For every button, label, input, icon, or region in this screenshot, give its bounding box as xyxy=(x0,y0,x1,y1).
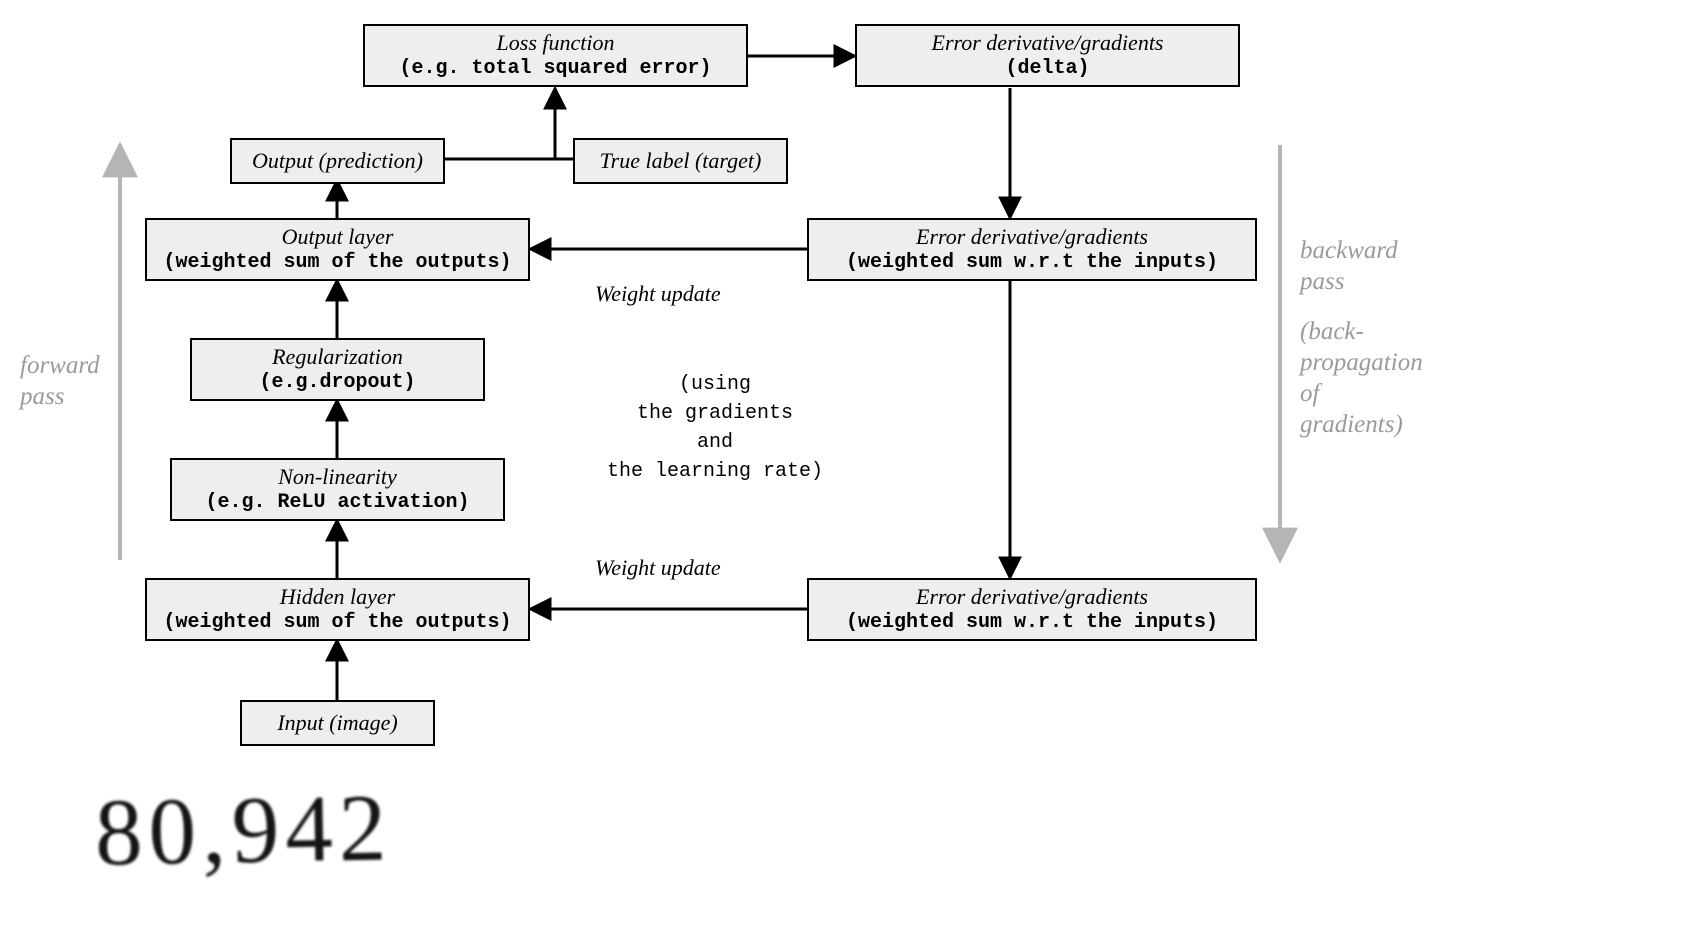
box-true-label-title: True label (target) xyxy=(581,148,780,174)
box-regularization-sub: (e.g.dropout) xyxy=(198,370,477,395)
label-backward-l4: propagation xyxy=(1300,347,1500,378)
label-weight-update-top: Weight update xyxy=(595,281,721,307)
box-output-layer: Output layer (weighted sum of the output… xyxy=(145,218,530,281)
label-center-l3: and xyxy=(565,428,865,457)
label-backward-l5: of xyxy=(1300,378,1500,409)
box-error-delta-sub: (delta) xyxy=(863,56,1232,81)
box-hidden-layer-title: Hidden layer xyxy=(153,584,522,610)
box-input-image-title: Input (image) xyxy=(248,710,427,736)
label-backward-pass: backward pass (back- propagation of grad… xyxy=(1300,235,1500,441)
box-true-label: True label (target) xyxy=(573,138,788,184)
box-loss-function-sub: (e.g. total squared error) xyxy=(371,56,740,81)
box-nonlinearity-title: Non-linearity xyxy=(178,464,497,490)
box-hidden-layer: Hidden layer (weighted sum of the output… xyxy=(145,578,530,641)
label-center-l1: (using xyxy=(565,370,865,399)
label-backward-l3: (back- xyxy=(1300,316,1500,347)
label-center-note: (using the gradients and the learning ra… xyxy=(565,370,865,486)
box-loss-function: Loss function (e.g. total squared error) xyxy=(363,24,748,87)
handwritten-digits: 80,942 xyxy=(94,772,393,887)
label-weight-update-bottom: Weight update xyxy=(595,555,721,581)
box-output-layer-sub: (weighted sum of the outputs) xyxy=(153,250,522,275)
box-error-top-title: Error derivative/gradients xyxy=(815,224,1249,250)
diagram-stage: forward pass backward pass (back- propag… xyxy=(0,0,1701,941)
label-backward-l2: pass xyxy=(1300,266,1500,297)
label-forward-pass: forward pass xyxy=(20,350,130,413)
label-center-l2: the gradients xyxy=(565,399,865,428)
box-nonlinearity-sub: (e.g. ReLU activation) xyxy=(178,490,497,515)
label-forward-pass-l2: pass xyxy=(20,381,130,412)
box-hidden-layer-sub: (weighted sum of the outputs) xyxy=(153,610,522,635)
box-regularization: Regularization (e.g.dropout) xyxy=(190,338,485,401)
box-output-layer-title: Output layer xyxy=(153,224,522,250)
box-error-bottom-title: Error derivative/gradients xyxy=(815,584,1249,610)
label-center-l4: the learning rate) xyxy=(565,457,865,486)
box-error-bottom: Error derivative/gradients (weighted sum… xyxy=(807,578,1257,641)
box-error-top: Error derivative/gradients (weighted sum… xyxy=(807,218,1257,281)
label-forward-pass-l1: forward xyxy=(20,350,130,381)
box-loss-function-title: Loss function xyxy=(371,30,740,56)
box-input-image: Input (image) xyxy=(240,700,435,746)
label-backward-l1: backward xyxy=(1300,235,1500,266)
box-output-prediction: Output (prediction) xyxy=(230,138,445,184)
label-backward-l6: gradients) xyxy=(1300,409,1500,440)
box-nonlinearity: Non-linearity (e.g. ReLU activation) xyxy=(170,458,505,521)
box-error-bottom-sub: (weighted sum w.r.t the inputs) xyxy=(815,610,1249,635)
box-error-delta: Error derivative/gradients (delta) xyxy=(855,24,1240,87)
box-output-prediction-title: Output (prediction) xyxy=(238,148,437,174)
box-error-top-sub: (weighted sum w.r.t the inputs) xyxy=(815,250,1249,275)
box-error-delta-title: Error derivative/gradients xyxy=(863,30,1232,56)
box-regularization-title: Regularization xyxy=(198,344,477,370)
